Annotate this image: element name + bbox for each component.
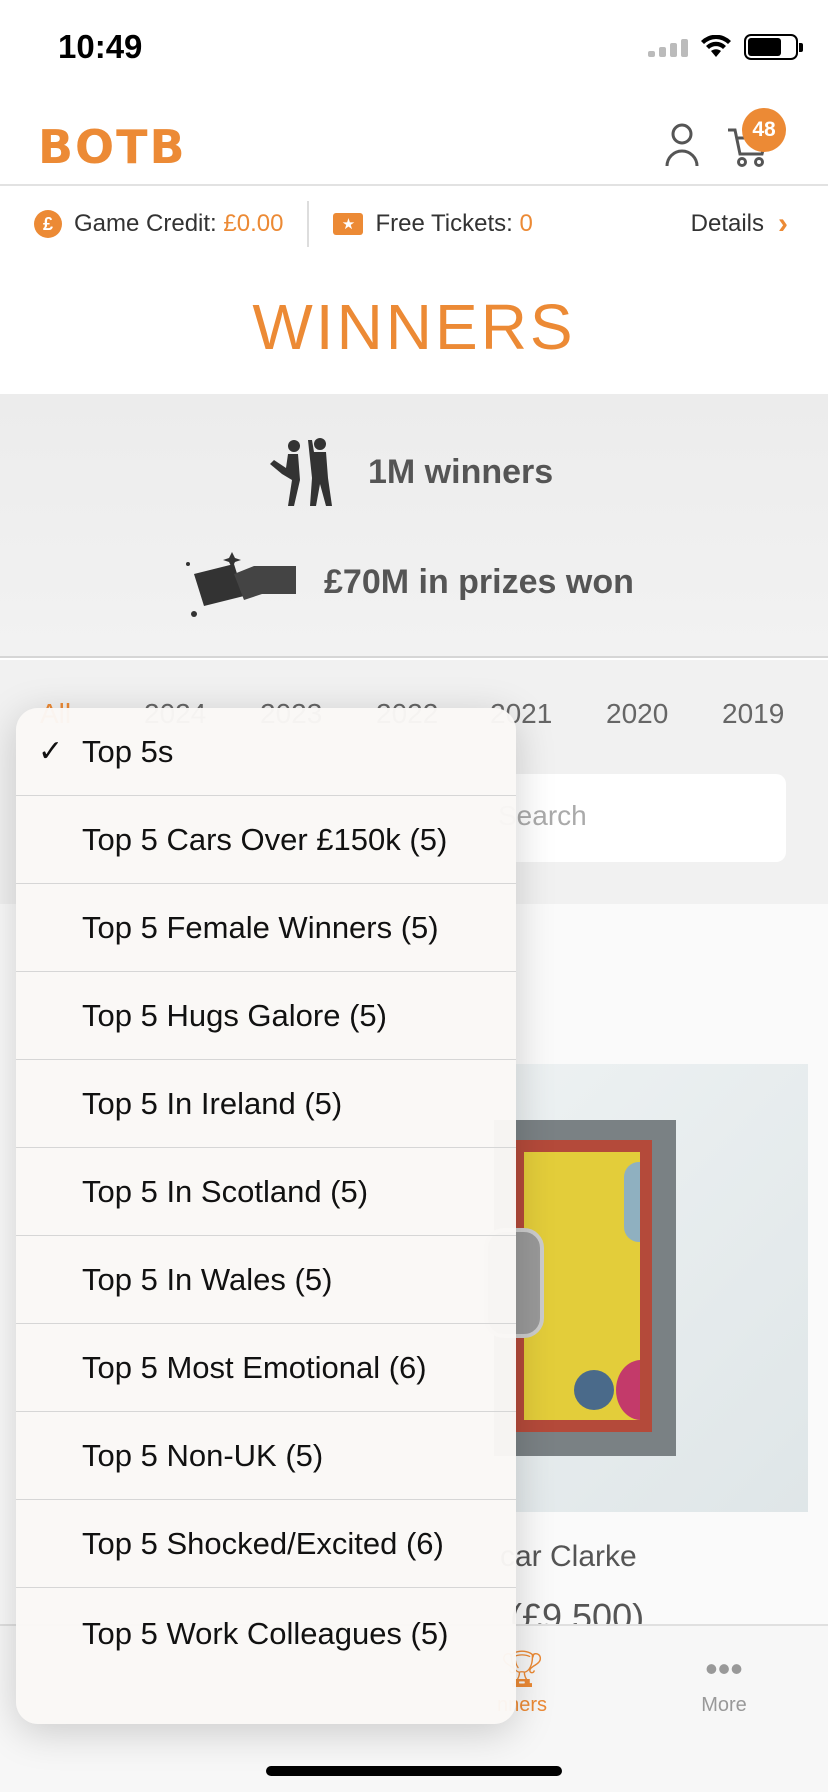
status-bar: 10:49 — [0, 0, 828, 100]
menu-item-label: Top 5 Shocked/Excited (6) — [82, 1525, 444, 1561]
menu-item-top-5s[interactable]: ✓ Top 5s — [16, 708, 516, 796]
botb-logo[interactable]: BOTB — [38, 120, 187, 174]
chevron-right-icon: › — [778, 207, 788, 240]
game-credit-value: £0.00 — [223, 210, 284, 237]
details-label: Details — [690, 210, 764, 237]
battery-icon — [744, 34, 803, 60]
year-tab-2019[interactable]: 2019 — [722, 698, 784, 730]
menu-item-label: Top 5s — [82, 733, 174, 769]
game-credit-label: Game Credit: — [74, 210, 217, 237]
account-icon[interactable] — [664, 122, 700, 168]
celebrating-people-icon — [270, 438, 332, 506]
menu-item-non-uk[interactable]: Top 5 Non-UK (5) — [16, 1412, 516, 1500]
divider — [307, 201, 310, 247]
free-tickets-label: Free Tickets: — [375, 210, 513, 237]
status-time: 10:49 — [58, 28, 143, 65]
status-icons — [648, 34, 803, 60]
year-tab-2020[interactable]: 2020 — [606, 698, 668, 730]
menu-item-label: Top 5 In Scotland (5) — [82, 1173, 369, 1209]
menu-item-cars-over-150k[interactable]: Top 5 Cars Over £150k (5) — [16, 796, 516, 884]
menu-item-most-emotional[interactable]: Top 5 Most Emotional (6) — [16, 1324, 516, 1412]
prizes-stat: £70M in prizes won — [184, 544, 634, 620]
menu-item-label: Top 5 Cars Over £150k (5) — [82, 821, 448, 857]
menu-item-label: Top 5 Hugs Galore (5) — [82, 997, 387, 1033]
wifi-icon — [701, 35, 731, 57]
menu-item-label: Top 5 Female Winners (5) — [82, 909, 439, 945]
pound-coin-icon: £ — [34, 210, 62, 238]
menu-item-hugs-galore[interactable]: Top 5 Hugs Galore (5) — [16, 972, 516, 1060]
free-tickets: ★ Free Tickets: 0 — [333, 210, 533, 238]
menu-item-female-winners[interactable]: Top 5 Female Winners (5) — [16, 884, 516, 972]
prizes-won-text: £70M in prizes won — [324, 562, 634, 601]
top5-filter-menu: ✓ Top 5s Top 5 Cars Over £150k (5) Top 5 … — [16, 708, 516, 1724]
menu-item-label: Top 5 In Ireland (5) — [82, 1085, 343, 1121]
tab-more-label: More — [701, 1694, 747, 1716]
free-tickets-value: 0 — [519, 210, 533, 237]
winners-stat: 1M winners — [268, 434, 553, 510]
menu-item-label: Top 5 Most Emotional (6) — [82, 1349, 427, 1385]
game-credit: £ Game Credit: £0.00 — [34, 210, 283, 238]
menu-item-in-ireland[interactable]: Top 5 In Ireland (5) — [16, 1060, 516, 1148]
menu-item-label: Top 5 Work Colleagues (5) — [82, 1616, 449, 1651]
menu-item-in-wales[interactable]: Top 5 In Wales (5) — [16, 1236, 516, 1324]
ticket-icon: ★ — [333, 213, 364, 235]
menu-item-label: Top 5 Non-UK (5) — [82, 1437, 324, 1473]
prize-handover-icon — [186, 552, 296, 617]
menu-item-shocked-excited[interactable]: Top 5 Shocked/Excited (6) — [16, 1500, 516, 1588]
tab-more[interactable]: ••• More — [664, 1644, 784, 1717]
winners-count-text: 1M winners — [368, 452, 554, 491]
credits-bar: £ Game Credit: £0.00 ★ Free Tickets: 0 D… — [0, 188, 828, 260]
menu-item-label: Top 5 In Wales (5) — [82, 1261, 333, 1297]
cart-count-badge: 48 — [742, 108, 786, 152]
app-header: BOTB 48 — [0, 100, 828, 186]
checkmark-icon: ✓ — [38, 735, 64, 768]
winner-name: car Clarke — [500, 1540, 637, 1573]
page-title: WINNERS — [252, 291, 576, 363]
signal-icon — [648, 37, 688, 57]
home-indicator — [266, 1766, 562, 1776]
menu-item-in-scotland[interactable]: Top 5 In Scotland (5) — [16, 1148, 516, 1236]
stats-panel: 1M winners £70M in prizes won — [0, 394, 828, 658]
more-dots-icon: ••• — [705, 1648, 743, 1689]
details-link[interactable]: Details › — [691, 207, 788, 241]
menu-item-work-colleagues[interactable]: Top 5 Work Colleagues (5) — [16, 1588, 516, 1724]
